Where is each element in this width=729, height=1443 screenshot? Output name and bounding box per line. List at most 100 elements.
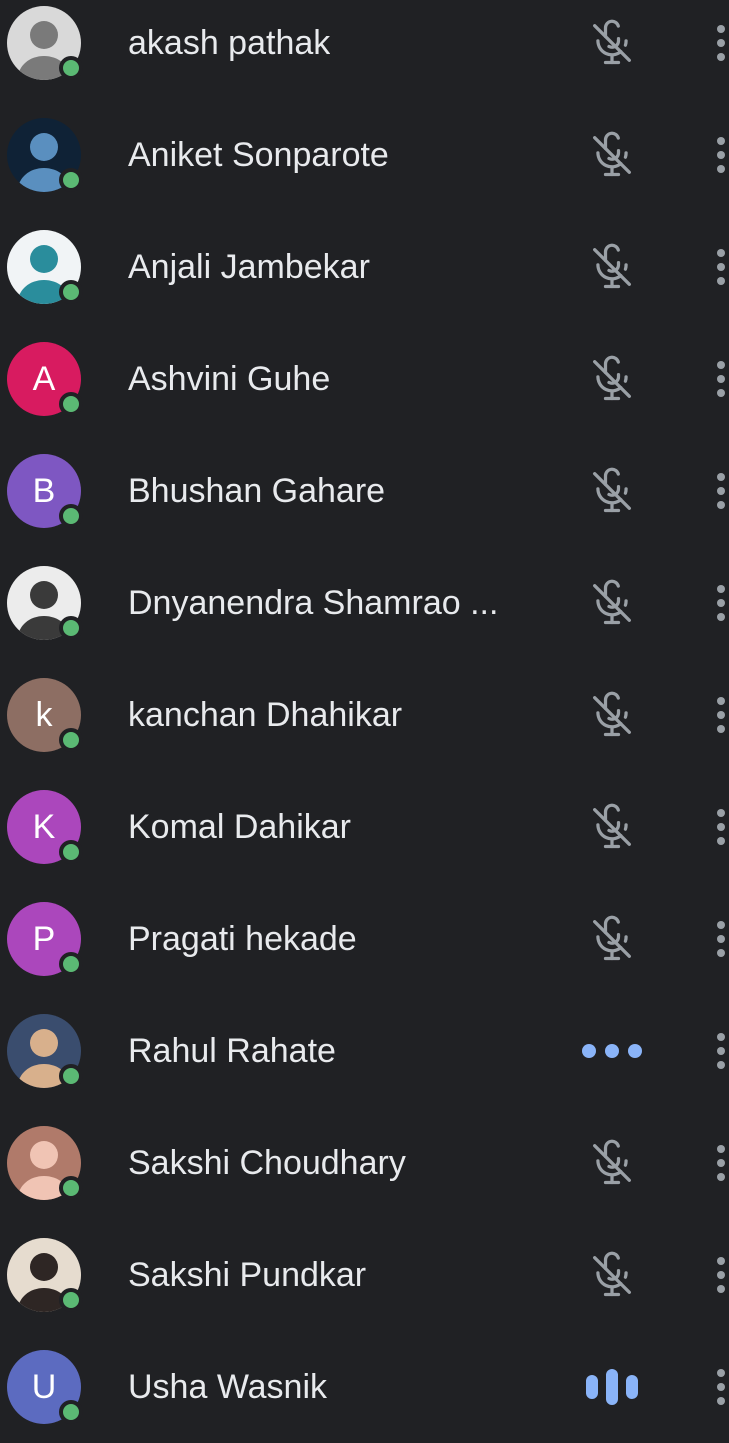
participant-row[interactable]: U Usha Wasnik [0, 1331, 729, 1443]
more-vert-icon [717, 25, 725, 61]
avatar[interactable] [7, 6, 83, 80]
more-options-button[interactable] [706, 99, 729, 211]
participant-row[interactable]: Aniket Sonparote [0, 99, 729, 211]
online-status-dot [59, 280, 83, 304]
participant-name: kanchan Dhahikar [128, 695, 403, 734]
participant-row[interactable]: P Pragati hekade [0, 883, 729, 995]
participant-name: Komal Dahikar [128, 807, 351, 846]
avatar[interactable] [7, 566, 83, 640]
participant-row[interactable]: Sakshi Pundkar [0, 1219, 729, 1331]
participant-row[interactable]: Dnyanendra Shamrao ... [0, 547, 729, 659]
online-status-dot [59, 1176, 83, 1200]
mic-off-icon [593, 691, 631, 737]
speaking-icon [578, 1331, 646, 1443]
participant-row[interactable]: A Ashvini Guhe [0, 323, 729, 435]
more-options-button[interactable] [706, 1107, 729, 1219]
online-status-dot [59, 952, 83, 976]
participant-name: Sakshi Pundkar [128, 1255, 367, 1294]
mic-off-icon [578, 1219, 646, 1331]
participant-row[interactable]: Rahul Rahate [0, 995, 729, 1107]
more-options-button[interactable] [706, 547, 729, 659]
more-vert-icon [717, 809, 725, 845]
mic-off-icon [593, 579, 631, 625]
more-vert-icon [717, 697, 725, 733]
audio-bar [626, 1375, 638, 1399]
avatar[interactable]: k [7, 678, 83, 752]
online-status-dot [59, 1400, 83, 1424]
mic-off-icon [578, 0, 646, 99]
mic-off-icon [578, 323, 646, 435]
more-options-button[interactable] [706, 771, 729, 883]
more-vert-icon [717, 921, 725, 957]
more-options-button[interactable] [706, 0, 729, 99]
avatar[interactable] [7, 118, 83, 192]
dot [628, 1044, 642, 1058]
online-status-dot [59, 728, 83, 752]
online-status-dot [59, 392, 83, 416]
more-options-button[interactable] [706, 1331, 729, 1443]
more-vert-icon [717, 585, 725, 621]
more-options-button[interactable] [706, 1219, 729, 1331]
avatar-initial: k [35, 695, 53, 734]
avatar[interactable]: A [7, 342, 83, 416]
mic-off-icon [578, 659, 646, 771]
participant-row[interactable]: Anjali Jambekar [0, 211, 729, 323]
dot [605, 1044, 619, 1058]
more-options-button[interactable] [706, 883, 729, 995]
avatar-initial: P [32, 919, 56, 958]
online-status-dot [59, 616, 83, 640]
avatar[interactable]: P [7, 902, 83, 976]
avatar[interactable]: U [7, 1350, 83, 1424]
mic-off-icon [593, 467, 631, 513]
avatar[interactable] [7, 1126, 83, 1200]
avatar[interactable]: K [7, 790, 83, 864]
avatar[interactable]: B [7, 454, 83, 528]
participant-row[interactable]: akash pathak [0, 0, 729, 99]
more-vert-icon [717, 1145, 725, 1181]
more-options-button[interactable] [706, 323, 729, 435]
participant-row[interactable]: K Komal Dahikar [0, 771, 729, 883]
mic-off-icon [578, 99, 646, 211]
avatar[interactable] [7, 230, 83, 304]
participant-name: akash pathak [128, 23, 331, 62]
participant-name: Dnyanendra Shamrao ... [128, 583, 499, 622]
more-options-button[interactable] [706, 435, 729, 547]
dot [582, 1044, 596, 1058]
audio-level-bars [586, 1369, 638, 1405]
participant-name: Bhushan Gahare [128, 471, 386, 510]
participant-row[interactable]: Sakshi Choudhary [0, 1107, 729, 1219]
mic-off-icon [593, 19, 631, 65]
mic-off-icon [593, 803, 631, 849]
participant-row[interactable]: B Bhushan Gahare [0, 435, 729, 547]
mic-off-icon [578, 435, 646, 547]
participant-name: Pragati hekade [128, 919, 357, 958]
avatar-initial: U [31, 1367, 57, 1406]
mic-off-icon [593, 915, 631, 961]
more-vert-icon [717, 249, 725, 285]
participant-name: Rahul Rahate [128, 1031, 336, 1070]
mic-off-icon [578, 771, 646, 883]
mic-off-icon [593, 131, 631, 177]
audio-bar [606, 1369, 618, 1405]
audio-bar [586, 1375, 598, 1399]
avatar-initial: K [32, 807, 56, 846]
avatar[interactable] [7, 1014, 83, 1088]
more-vert-icon [717, 1257, 725, 1293]
more-options-button[interactable] [706, 995, 729, 1107]
online-status-dot [59, 1288, 83, 1312]
participant-name: Anjali Jambekar [128, 247, 370, 286]
more-vert-icon [717, 361, 725, 397]
participant-name: Sakshi Choudhary [128, 1143, 406, 1182]
participant-name: Aniket Sonparote [128, 135, 389, 174]
mic-off-icon [578, 211, 646, 323]
more-options-button[interactable] [706, 211, 729, 323]
ellipsis-icon [578, 995, 646, 1107]
avatar[interactable] [7, 1238, 83, 1312]
mic-off-icon [578, 1107, 646, 1219]
avatar-initial: A [32, 359, 56, 398]
participant-name: Usha Wasnik [128, 1367, 328, 1406]
participant-row[interactable]: k kanchan Dhahikar [0, 659, 729, 771]
more-options-button[interactable] [706, 659, 729, 771]
more-vert-icon [717, 1033, 725, 1069]
more-vert-icon [717, 473, 725, 509]
